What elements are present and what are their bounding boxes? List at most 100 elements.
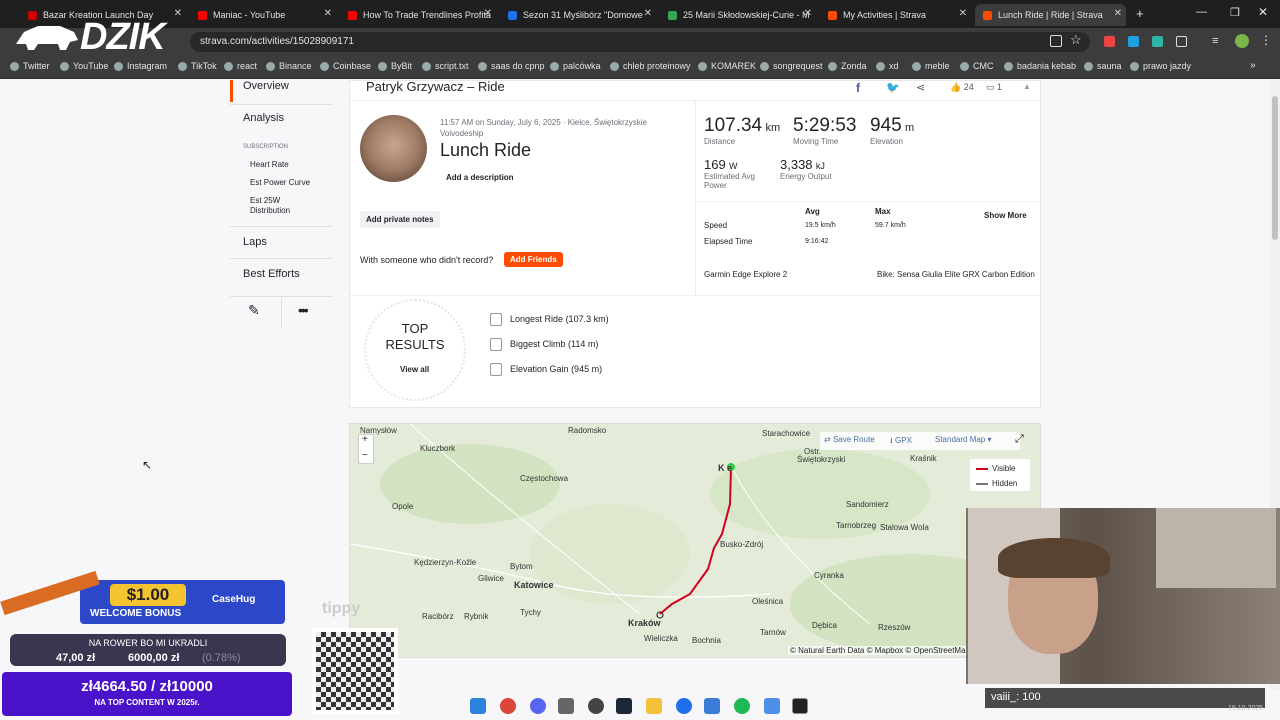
extensions-puzzle-icon[interactable] <box>1176 36 1187 47</box>
twitter-icon[interactable]: 🐦 <box>886 81 900 94</box>
bookmark-item[interactable]: badania kebab <box>1004 61 1076 71</box>
app-icon[interactable] <box>676 698 692 714</box>
app-icon[interactable] <box>704 698 720 714</box>
bookmark-item[interactable]: Zonda <box>828 61 867 71</box>
add-friends-button[interactable]: Add Friends <box>504 252 563 267</box>
result-label: Elevation Gain <box>510 363 569 374</box>
terminal-icon[interactable] <box>792 698 808 714</box>
bookmark-item[interactable]: chleb proteinowy <box>610 61 691 71</box>
browser-tab[interactable]: Sezon 31 Myślibórz "Domowe ✕ <box>500 4 656 26</box>
extension-icon[interactable] <box>1104 36 1115 47</box>
bookmark-item[interactable]: react <box>224 61 257 71</box>
bookmark-item[interactable]: xd <box>876 61 899 71</box>
windows-start-icon[interactable] <box>470 698 486 714</box>
discord-icon[interactable] <box>530 698 546 714</box>
bookmark-item[interactable]: prawo jazdy <box>1130 61 1191 71</box>
bookmark-item[interactable]: Coinbase <box>320 61 371 71</box>
browser-tab[interactable]: Lunch Ride | Ride | Strava ✕ <box>975 4 1126 26</box>
tab-close-icon[interactable]: ✕ <box>644 8 652 19</box>
browser-tab[interactable]: 25 Marii Skłodowskiej-Curie - M ✕ <box>660 4 816 26</box>
tab-close-icon[interactable]: ✕ <box>324 8 332 19</box>
nav-analysis[interactable]: Analysis <box>230 112 332 124</box>
zoom-in-button[interactable]: + <box>362 434 368 445</box>
kebab-menu-icon[interactable]: ⋮ <box>1260 33 1272 47</box>
nav-overview[interactable]: Overview <box>230 80 332 102</box>
nav-power-curve[interactable]: Est Power Curve <box>250 178 310 188</box>
tab-close-icon[interactable]: ✕ <box>959 8 967 19</box>
browser-tab[interactable]: Maniac - YouTube ✕ <box>190 4 336 26</box>
chrome-icon[interactable] <box>500 698 516 714</box>
extension-icon[interactable] <box>1152 36 1163 47</box>
collapse-icon[interactable]: ▲ <box>1023 82 1031 91</box>
share-icon[interactable]: ⋖ <box>916 81 925 94</box>
maximize-icon[interactable]: ❐ <box>1230 6 1240 19</box>
save-route-button[interactable]: ⇄ Save Route <box>824 435 875 444</box>
bookmark-item[interactable]: saas do cpnp <box>478 61 545 71</box>
bike-name[interactable]: Bike: Sensa Giulia Elite GRX Carbon Edit… <box>877 270 1035 279</box>
bookmark-item[interactable]: Twitter <box>10 61 50 71</box>
bookmark-item[interactable]: meble <box>912 61 950 71</box>
tab-close-icon[interactable]: ✕ <box>1114 8 1122 19</box>
tab-title: My Activities | Strava <box>843 10 926 20</box>
browser-tab[interactable]: How To Trade Trendlines Profita ✕ <box>340 4 496 26</box>
more-options-icon[interactable]: ••• <box>298 302 309 318</box>
scrollbar-thumb[interactable] <box>1272 96 1278 240</box>
fullscreen-icon[interactable]: ⤢ <box>1015 433 1024 446</box>
bookmark-item[interactable]: Instagram <box>114 61 167 71</box>
legend-visible[interactable]: Visible <box>992 464 1015 473</box>
nav-best-efforts[interactable]: Best Efforts <box>230 268 332 280</box>
tab-close-icon[interactable]: ✕ <box>484 8 492 19</box>
zoom-out-button[interactable]: − <box>362 450 368 461</box>
streamer-hair <box>998 538 1110 578</box>
nav-est25w[interactable]: Est 25W Distribution <box>250 196 320 216</box>
top-result-item[interactable]: Elevation Gain (945 m) <box>490 363 602 376</box>
goal-target: 6000,00 zł <box>128 652 180 664</box>
bookmark-star-icon[interactable]: ☆ <box>1070 32 1082 48</box>
add-private-notes-button[interactable]: Add private notes <box>360 211 440 228</box>
kudos-button[interactable]: 👍 24 <box>950 82 974 93</box>
bookmark-item[interactable]: CMC <box>960 61 994 71</box>
map-place-label: Dębica <box>812 621 837 630</box>
top-result-item[interactable]: Longest Ride (107.3 km) <box>490 313 609 326</box>
install-icon[interactable] <box>1050 35 1062 47</box>
edit-pencil-icon[interactable]: ✎ <box>248 302 260 319</box>
extension-icon[interactable] <box>1128 36 1139 47</box>
bookmark-item[interactable]: palcówka <box>550 61 601 71</box>
bookmark-item[interactable]: YouTube <box>60 61 108 71</box>
steam-icon[interactable] <box>616 698 632 714</box>
top-result-item[interactable]: Biggest Climb (114 m) <box>490 338 598 351</box>
notepad-icon[interactable] <box>764 698 780 714</box>
bookmark-item[interactable]: ByBit <box>378 61 412 71</box>
bookmark-item[interactable]: KOMAREK <box>698 61 756 71</box>
bookmark-item[interactable]: TikTok <box>178 61 217 71</box>
gpx-button[interactable]: ⭳ GPX <box>890 435 912 449</box>
legend-hidden[interactable]: Hidden <box>992 479 1017 488</box>
url-input[interactable]: strava.com/activities/15028909171 <box>190 32 1090 52</box>
spotify-icon[interactable] <box>734 698 750 714</box>
tab-close-icon[interactable]: ✕ <box>804 8 812 19</box>
athlete-avatar[interactable] <box>360 115 427 182</box>
app-icon[interactable] <box>558 698 574 714</box>
bookmark-item[interactable]: songrequest <box>760 61 823 71</box>
route-map[interactable]: Namysłów Radomsko Starachowice Kluczbork Ost… <box>349 423 1041 658</box>
view-all-button[interactable]: View all <box>394 361 436 378</box>
nav-laps[interactable]: Laps <box>230 236 332 248</box>
map-type-select[interactable]: Standard Map ▾ <box>935 435 992 444</box>
comments-button[interactable]: ▭ 1 <box>986 82 1002 93</box>
add-description-button[interactable]: Add a description <box>440 169 520 186</box>
minimize-icon[interactable]: — <box>1196 6 1207 18</box>
bookmark-item[interactable]: sauna <box>1084 61 1122 71</box>
close-window-icon[interactable]: ✕ <box>1258 5 1268 19</box>
profile-avatar[interactable] <box>1235 34 1249 48</box>
nav-heart-rate[interactable]: Heart Rate <box>250 160 289 170</box>
show-more-button[interactable]: Show More <box>978 207 1033 224</box>
obs-icon[interactable] <box>588 698 604 714</box>
browser-tab[interactable]: My Activities | Strava ✕ <box>820 4 971 26</box>
folder-icon[interactable] <box>646 698 662 714</box>
bookmark-item[interactable]: Binance <box>266 61 312 71</box>
new-tab-icon[interactable]: + <box>1136 6 1144 21</box>
facebook-icon[interactable]: f <box>856 81 860 95</box>
more-bookmarks-icon[interactable]: » <box>1250 60 1256 71</box>
menu-lines-icon[interactable]: ≡ <box>1212 35 1218 47</box>
bookmark-item[interactable]: script.txt <box>422 61 469 71</box>
